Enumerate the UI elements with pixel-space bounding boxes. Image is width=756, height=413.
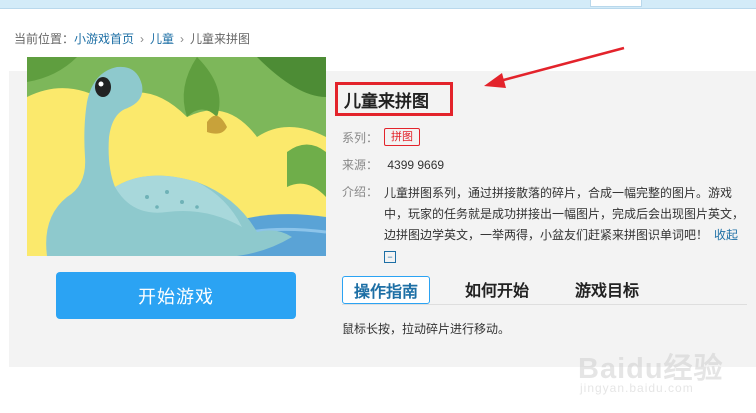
dinosaur-illustration xyxy=(27,57,326,256)
tab-guide[interactable]: 操作指南 xyxy=(342,276,431,304)
breadcrumb-separator: › xyxy=(140,32,145,46)
tab-how-to-start[interactable]: 如何开始 xyxy=(465,276,529,302)
collapse-label: 收起 xyxy=(714,228,739,242)
breadcrumb-home-link[interactable]: 小游戏首页 xyxy=(74,32,134,46)
red-arrow-annotation xyxy=(484,46,625,88)
intro-label: 介绍： xyxy=(342,185,379,199)
tab-goal[interactable]: 游戏目标 xyxy=(575,276,639,302)
game-thumbnail[interactable] xyxy=(27,57,326,256)
series-tag[interactable]: 拼图 xyxy=(384,128,420,146)
baidu-jingyan-watermark: Baidu经验 jingyan.baidu.com xyxy=(578,343,753,401)
source-label: 来源： xyxy=(342,158,379,172)
breadcrumb: 当前位置：小游戏首页 › 儿童 › 儿童来拼图 xyxy=(14,30,250,47)
watermark-url: jingyan.baidu.com xyxy=(580,381,694,395)
source-row: 来源： 4399 9669 xyxy=(342,156,444,173)
start-game-button[interactable]: 开始游戏 xyxy=(56,272,296,319)
series-label: 系列： xyxy=(342,130,379,145)
tab-divider xyxy=(342,304,747,305)
intro-text: 儿童拼图系列，通过拼接散落的碎片，合成一幅完整的图片。游戏中，玩家的任务就是成功… xyxy=(384,186,745,242)
top-nav-strip xyxy=(0,0,756,9)
series-row: 系列： 拼图 xyxy=(342,128,420,146)
tab-content-text: 鼠标长按，拉动碎片进行移动。 xyxy=(342,322,511,336)
breadcrumb-separator: › xyxy=(180,32,185,46)
top-nav-tab[interactable] xyxy=(590,0,642,7)
intro-text-block: 儿童拼图系列，通过拼接散落的碎片，合成一幅完整的图片。游戏中，玩家的任务就是成功… xyxy=(384,183,750,267)
breadcrumb-category-link[interactable]: 儿童 xyxy=(150,32,174,46)
intro-row: 介绍： 儿童拼图系列，通过拼接散落的碎片，合成一幅完整的图片。游戏中，玩家的任务… xyxy=(342,183,750,267)
collapse-icon: − xyxy=(384,250,396,263)
breadcrumb-prefix: 当前位置： xyxy=(14,32,75,46)
game-title: 儿童来拼图 xyxy=(335,82,453,116)
source-value: 4399 9669 xyxy=(387,158,445,172)
breadcrumb-current: 儿童来拼图 xyxy=(190,32,251,46)
